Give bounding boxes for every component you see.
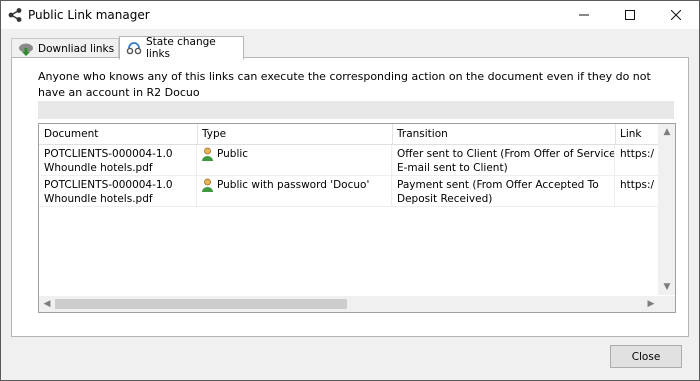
tab-download-links-label: Downliad links xyxy=(38,42,115,55)
document-filename: Whoundle hotels.pdf xyxy=(44,162,153,174)
scroll-left-icon[interactable]: ◀ xyxy=(39,296,55,312)
cloud-download-icon xyxy=(19,43,33,56)
tab-panel: Anyone who knows any of this links can e… xyxy=(11,57,689,337)
vertical-scrollbar[interactable]: ▲ ▼ xyxy=(658,124,675,295)
cell-link[interactable]: https:/ xyxy=(615,145,659,175)
cell-link[interactable]: https:/ xyxy=(615,176,659,206)
transition-line: Deposit Received) xyxy=(397,193,493,205)
transition-line: Offer sent to Client (From Offer of Serv… xyxy=(397,148,615,160)
document-id: POTCLIENTS-000004-1.0 xyxy=(44,179,173,191)
link-text[interactable]: https:/ xyxy=(620,147,659,161)
minimize-icon xyxy=(579,14,589,16)
table-row[interactable]: POTCLIENTS-000004-1.0 Whoundle hotels.pd… xyxy=(39,176,659,207)
maximize-button[interactable] xyxy=(607,1,653,29)
table-row[interactable]: POTCLIENTS-000004-1.0 Whoundle hotels.pd… xyxy=(39,145,659,176)
column-header-document[interactable]: Document xyxy=(39,124,198,144)
state-change-icon xyxy=(126,42,142,55)
link-text[interactable]: https:/ xyxy=(620,178,659,192)
type-label: Public with password 'Docuo' xyxy=(217,179,370,191)
scroll-right-icon[interactable]: ▶ xyxy=(643,296,659,312)
scroll-down-icon[interactable]: ▼ xyxy=(659,279,675,295)
horizontal-scroll-thumb[interactable] xyxy=(55,299,347,309)
grid-header: Document Type Transition Link xyxy=(39,124,659,145)
horizontal-scrollbar[interactable]: ◀ ▶ xyxy=(39,296,659,312)
minimize-button[interactable] xyxy=(561,1,607,29)
user-icon xyxy=(202,147,213,161)
public-link-manager-window: Public Link manager Downliad links State… xyxy=(0,0,700,381)
document-filename: Whoundle hotels.pdf xyxy=(44,193,153,205)
group-panel xyxy=(38,101,674,119)
cell-type: Public xyxy=(197,145,392,175)
cell-type: Public with password 'Docuo' xyxy=(197,176,392,206)
type-label: Public xyxy=(217,148,249,160)
share-icon xyxy=(8,8,22,22)
description-text: Anyone who knows any of this links can e… xyxy=(38,70,651,99)
tab-state-change-links-label: State change links xyxy=(145,36,216,60)
cell-document: POTCLIENTS-000004-1.0 Whoundle hotels.pd… xyxy=(39,145,197,175)
window-title: Public Link manager xyxy=(28,8,150,22)
close-button[interactable]: Close xyxy=(610,345,682,368)
close-icon xyxy=(671,10,681,20)
tab-state-change-links[interactable]: State change links xyxy=(119,36,244,60)
close-window-button[interactable] xyxy=(653,1,699,29)
cell-transition: Offer sent to Client (From Offer of Serv… xyxy=(392,145,615,175)
column-header-type[interactable]: Type xyxy=(197,124,393,144)
scroll-up-icon[interactable]: ▲ xyxy=(659,124,675,140)
user-icon xyxy=(202,178,213,192)
cell-transition: Payment sent (From Offer Accepted To Dep… xyxy=(392,176,615,206)
transition-line: Payment sent (From Offer Accepted To xyxy=(397,179,599,191)
scrollbar-corner xyxy=(659,296,675,312)
maximize-icon xyxy=(625,10,635,20)
cell-document: POTCLIENTS-000004-1.0 Whoundle hotels.pd… xyxy=(39,176,197,206)
document-id: POTCLIENTS-000004-1.0 xyxy=(44,148,173,160)
title-bar: Public Link manager xyxy=(1,1,699,29)
column-header-transition[interactable]: Transition xyxy=(392,124,616,144)
tab-download-links[interactable]: Downliad links xyxy=(11,38,119,59)
links-grid[interactable]: Document Type Transition Link POTCLIENTS… xyxy=(38,123,676,313)
transition-line: E-mail sent to Client) xyxy=(397,162,508,174)
